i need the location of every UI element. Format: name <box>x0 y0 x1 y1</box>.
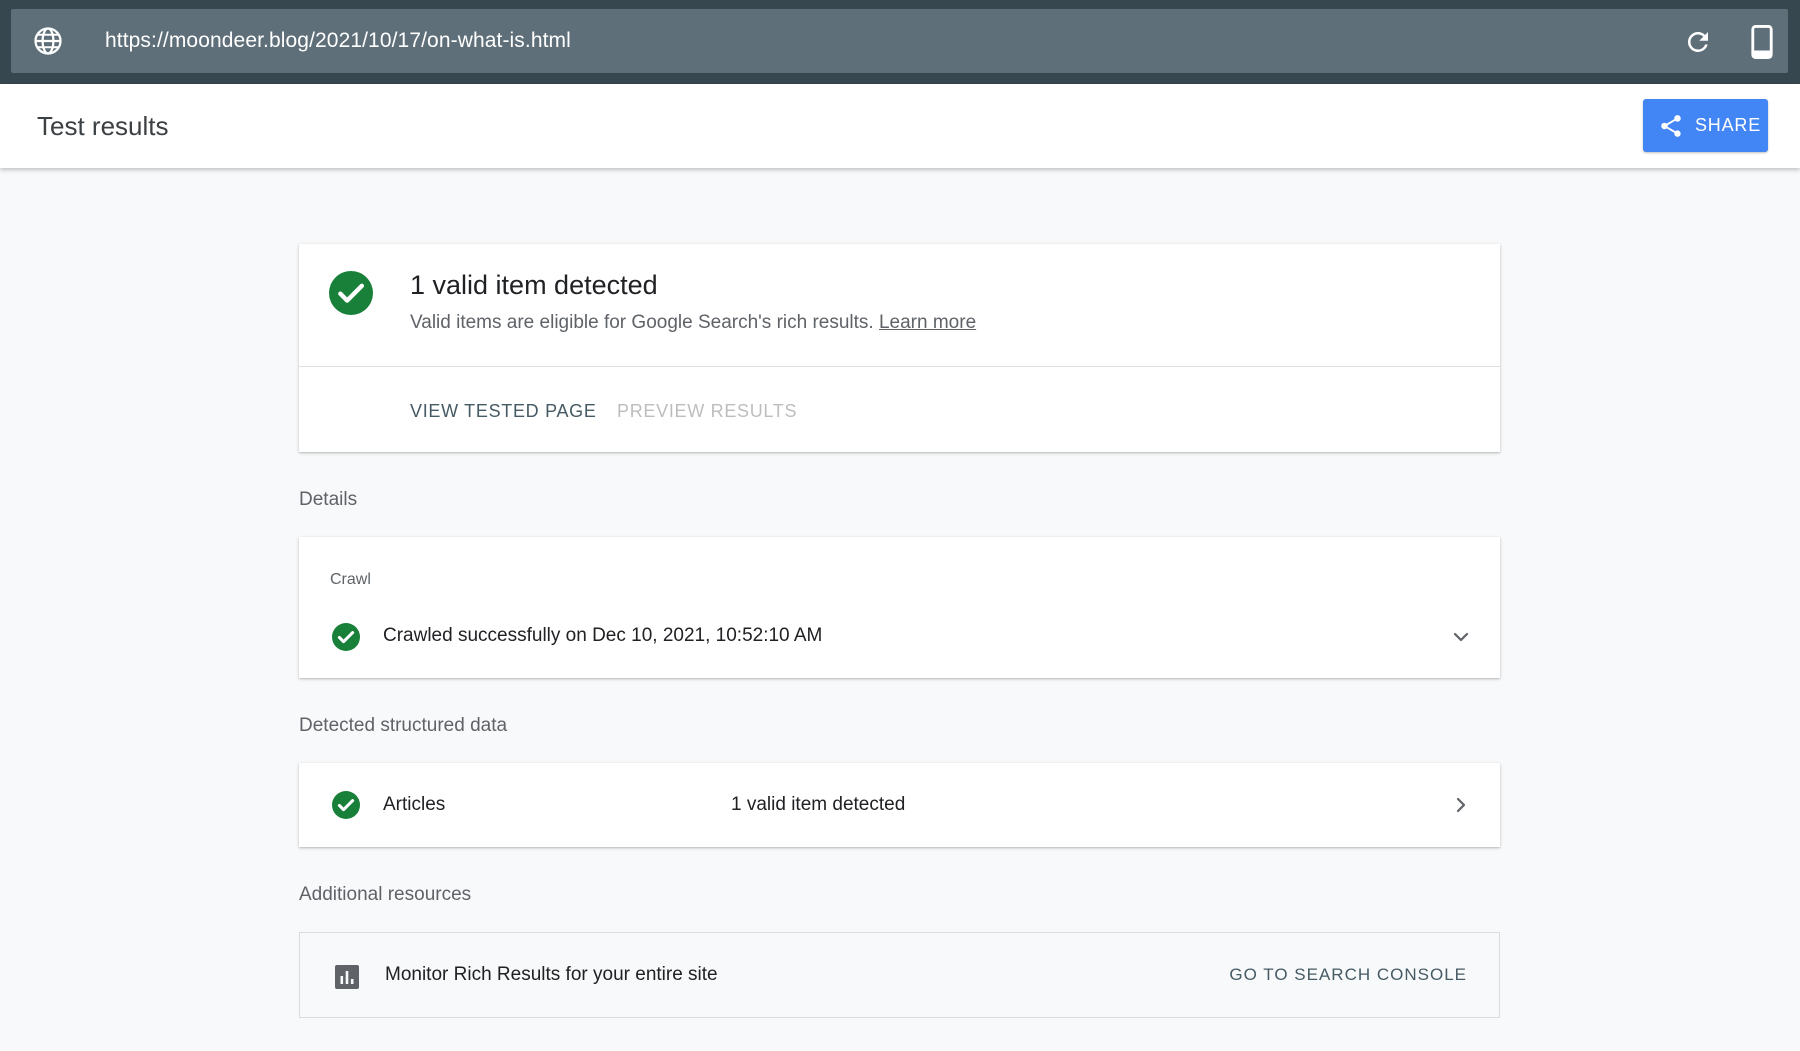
summary-heading: 1 valid item detected <box>410 270 658 300</box>
divider <box>299 366 1500 367</box>
details-section-label: Details <box>299 489 358 510</box>
globe-icon <box>34 27 62 55</box>
chevron-down-icon[interactable] <box>1449 625 1473 649</box>
page-title: Test results <box>37 111 169 141</box>
view-tested-page-button[interactable]: VIEW TESTED PAGE <box>410 401 597 422</box>
structured-data-type: Articles <box>383 794 446 815</box>
summary-card: 1 valid item detected Valid items are el… <box>299 244 1500 452</box>
check-circle-icon <box>329 271 373 315</box>
summary-description: Valid items are eligible for Google Sear… <box>410 312 976 334</box>
tested-url: https://moondeer.blog/2021/10/17/on-what… <box>105 29 571 52</box>
structured-data-item-articles[interactable]: Articles 1 valid item detected <box>299 763 1500 847</box>
monitor-rich-results-panel: Monitor Rich Results for your entire sit… <box>299 932 1500 1018</box>
share-button[interactable]: SHARE <box>1643 99 1768 152</box>
check-circle-icon <box>332 791 360 819</box>
check-circle-icon <box>332 623 360 651</box>
structured-data-status: 1 valid item detected <box>731 794 906 815</box>
address-bar: https://moondeer.blog/2021/10/17/on-what… <box>11 9 1788 73</box>
crawl-status: Crawled successfully on Dec 10, 2021, 10… <box>383 625 823 646</box>
additional-resources-section-label: Additional resources <box>299 884 472 905</box>
refresh-icon[interactable] <box>1683 27 1713 57</box>
page-header: Test results SHARE <box>0 84 1800 168</box>
go-to-search-console-link[interactable]: GO TO SEARCH CONSOLE <box>1229 965 1467 985</box>
share-icon <box>1661 115 1681 137</box>
share-button-label: SHARE <box>1695 115 1762 135</box>
summary-description-text: Valid items are eligible for Google Sear… <box>410 312 874 333</box>
structured-data-section-label: Detected structured data <box>299 715 508 736</box>
crawl-card[interactable]: Crawl Crawled successfully on Dec 10, 20… <box>299 537 1500 678</box>
url-toolbar: https://moondeer.blog/2021/10/17/on-what… <box>0 0 1800 84</box>
monitor-text: Monitor Rich Results for your entire sit… <box>385 964 718 985</box>
chevron-right-icon[interactable] <box>1449 793 1473 817</box>
learn-more-link[interactable]: Learn more <box>879 312 976 333</box>
crawl-label: Crawl <box>330 571 371 588</box>
preview-results-button[interactable]: PREVIEW RESULTS <box>617 401 797 422</box>
mobile-device-icon[interactable] <box>1749 25 1775 59</box>
bar-chart-icon <box>335 965 359 989</box>
